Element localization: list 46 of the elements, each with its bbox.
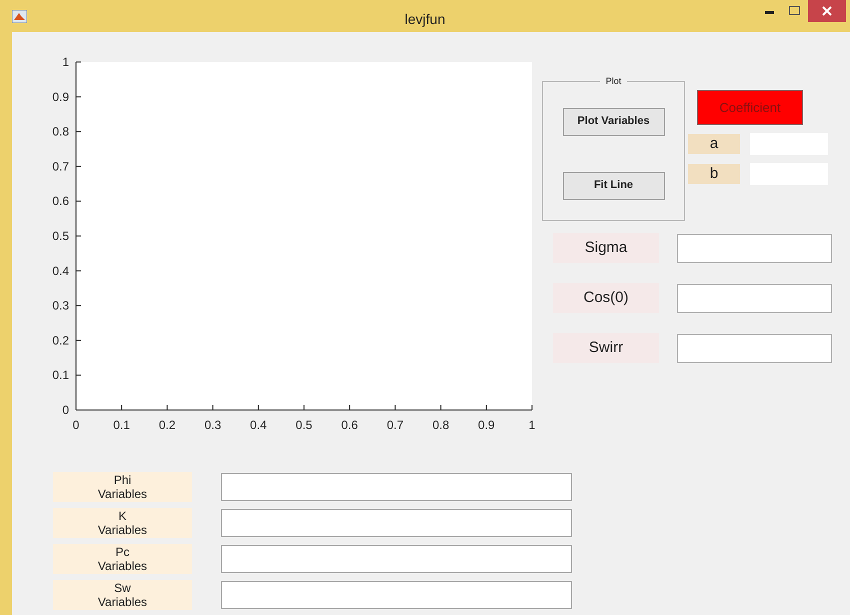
y-tick-label: 1 <box>62 55 69 69</box>
x-tick-label: 0.1 <box>113 418 130 432</box>
variable-field[interactable] <box>221 545 572 573</box>
y-tick-label: 0.8 <box>52 124 69 139</box>
x-tick-label: 0.4 <box>250 418 267 432</box>
variable-label: Phi Variables <box>53 472 192 502</box>
x-tick-label: 0.2 <box>158 418 176 432</box>
parameter-field[interactable] <box>677 284 832 312</box>
app-icon <box>12 10 27 23</box>
parameter-label: Sigma <box>553 233 659 263</box>
close-icon <box>822 6 832 16</box>
window-title: levjfun <box>404 10 446 29</box>
y-tick-label: 0.2 <box>52 333 69 348</box>
variable-label: Sw Variables <box>53 580 192 610</box>
parameter-label: Swirr <box>553 333 659 363</box>
parameter-label: Cos(0) <box>553 283 659 313</box>
coefficient-label: a <box>688 134 740 154</box>
variable-field[interactable] <box>221 581 572 609</box>
y-tick-label: 0.9 <box>52 90 69 104</box>
y-tick-label: 0 <box>62 403 69 417</box>
y-tick-label: 0.1 <box>52 368 69 382</box>
panel-title: Plot <box>604 75 622 88</box>
close-button[interactable] <box>808 0 846 22</box>
y-tick-label: 0.3 <box>52 298 69 313</box>
panel-button[interactable]: Plot Variables <box>562 108 664 136</box>
y-tick-label: 0.4 <box>52 264 69 278</box>
variable-field[interactable] <box>221 509 572 537</box>
x-tick-label: 0.9 <box>478 418 495 432</box>
variable-label: K Variables <box>53 508 192 538</box>
x-tick-label: 0 <box>72 418 80 432</box>
maximize-icon[interactable] <box>789 6 800 15</box>
x-tick-label: 0.3 <box>204 418 222 432</box>
parameter-field[interactable] <box>677 234 832 262</box>
x-tick-label: 1 <box>528 418 536 432</box>
x-tick-label: 0.7 <box>386 418 404 432</box>
variable-label: Pc Variables <box>53 544 192 574</box>
y-tick-label: 0.5 <box>52 229 69 243</box>
x-tick-label: 0.6 <box>341 418 358 432</box>
y-tick-label: 0.7 <box>52 159 69 174</box>
x-tick-label: 0.8 <box>432 418 450 432</box>
x-tick-label: 0.5 <box>296 418 312 432</box>
parameter-field[interactable] <box>677 334 832 362</box>
panel-button[interactable]: Fit Line <box>562 172 664 200</box>
variable-field[interactable] <box>221 473 572 501</box>
coefficient-label: b <box>688 164 740 184</box>
y-tick-label: 0.6 <box>52 194 69 208</box>
